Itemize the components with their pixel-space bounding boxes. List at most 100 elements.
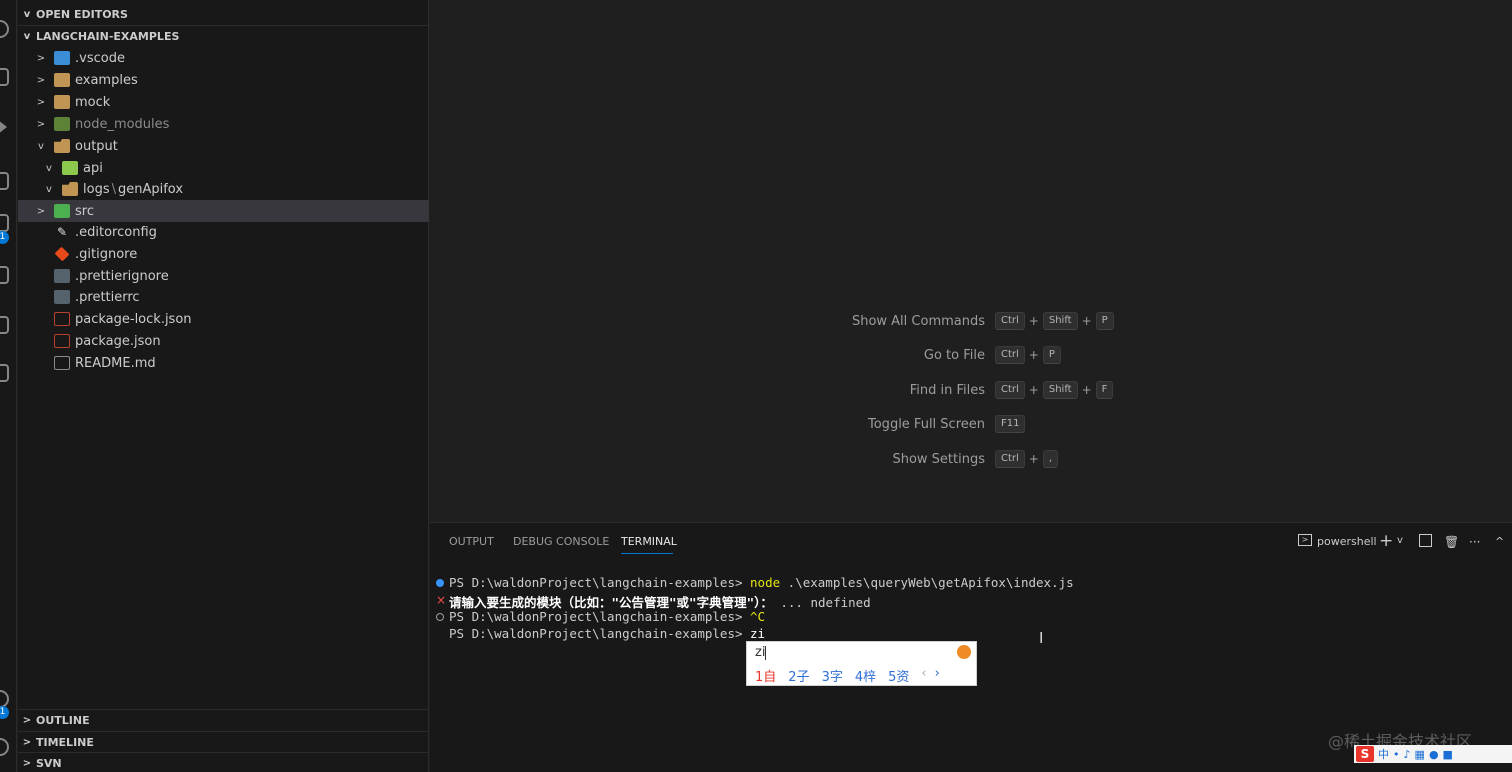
shortcut-find-in-files: Find in Files Ctrl + Shift + F (430, 379, 1512, 401)
user-icon[interactable]: ● (1429, 748, 1439, 761)
new-terminal-icon[interactable]: + (1379, 531, 1393, 551)
remote-explorer-icon[interactable] (0, 214, 9, 232)
prettier-icon (54, 290, 70, 304)
chevron-down-icon: v (38, 140, 44, 152)
ime-composition: zi (755, 645, 767, 660)
vscode-folder-icon (54, 51, 70, 65)
svn-section[interactable]: > SVN (18, 752, 429, 772)
chevron-up-icon[interactable]: ^ (1495, 535, 1504, 548)
open-editors-title: OPEN EDITORS (36, 7, 128, 21)
tree-item-node-modules[interactable]: > node_modules (18, 113, 429, 135)
tree-item-readme[interactable]: README.md (18, 352, 429, 374)
tree-item-label: .editorconfig (75, 224, 157, 240)
svn-icon[interactable] (0, 364, 9, 382)
tree-item-vscode[interactable]: > .vscode (18, 47, 429, 69)
tree-item-prettierrc[interactable]: .prettierrc (18, 286, 429, 308)
terminal-command: ^C (750, 609, 766, 624)
folder-open-icon (62, 182, 78, 196)
ime-candidates: 1自 2子 3字 4梓 5资 ‹ › (755, 666, 940, 685)
terminal-input-line[interactable]: PS D:\waldonProject\langchain-examples> … (449, 626, 765, 641)
timeline-section[interactable]: > TIMELINE (18, 731, 429, 753)
terminal-line: PS D:\waldonProject\langchain-examples> … (449, 575, 1074, 590)
more-actions-icon[interactable]: ··· (1469, 535, 1480, 549)
chevron-down-icon: v (46, 162, 52, 174)
gear-icon[interactable] (0, 738, 9, 756)
json-icon (54, 334, 70, 348)
chevron-right-icon: > (36, 52, 46, 64)
shortcut-show-settings: Show Settings Ctrl + , (430, 448, 1512, 470)
tree-item-src[interactable]: > src (18, 200, 429, 222)
ime-prev-page[interactable]: ‹ (921, 666, 926, 685)
keyboard-icon[interactable]: ▦ (1415, 748, 1425, 761)
tree-item-api[interactable]: v api (18, 157, 429, 179)
tree-item-label: output (75, 138, 118, 154)
chevron-down-icon: v (23, 31, 31, 42)
tree-item-package-lock[interactable]: package-lock.json (18, 308, 429, 330)
testing-icon[interactable] (0, 266, 9, 284)
shortcut-go-to-file: Go to File Ctrl + P (430, 344, 1512, 366)
shortcut-label: Show All Commands (851, 313, 985, 329)
timeline-title: TIMELINE (36, 736, 94, 749)
tree-item-examples[interactable]: > examples (18, 69, 429, 91)
editor-area: Show All Commands Ctrl + Shift + P Go to F… (430, 0, 1512, 522)
outline-section[interactable]: > OUTLINE (18, 709, 429, 731)
key-cap: F (1095, 381, 1114, 399)
search-icon[interactable] (0, 20, 9, 38)
tree-item-mock[interactable]: > mock (18, 91, 429, 113)
key-cap: P (1042, 346, 1061, 364)
ime-toolbar[interactable]: S 中 • ♪ ▦ ● ■ (1354, 745, 1512, 763)
ime-candidate[interactable]: 3字 (822, 666, 843, 685)
chevron-down-icon: v (23, 8, 31, 20)
ime-candidate[interactable]: 5资 (888, 666, 909, 685)
tab-debug-console[interactable]: DEBUG CONSOLE (513, 535, 609, 548)
chevron-down-icon[interactable]: v (1397, 535, 1403, 546)
ime-candidate[interactable]: 1自 (755, 666, 776, 685)
tree-item-label: .prettierrc (75, 289, 140, 305)
tree-item-gitignore[interactable]: .gitignore (18, 243, 429, 265)
folder-icon (54, 95, 70, 109)
ime-language-indicator[interactable]: 中 (1378, 746, 1389, 762)
extensions-icon[interactable] (0, 172, 9, 190)
key-cap: Shift (1042, 381, 1078, 399)
terminal-icon: > (1298, 534, 1312, 546)
ime-candidate[interactable]: 2子 (788, 666, 809, 685)
source-control-icon[interactable] (0, 68, 9, 86)
ime-next-page[interactable]: › (935, 666, 940, 685)
key-cap: Ctrl (995, 381, 1025, 399)
split-terminal-icon[interactable] (1419, 534, 1432, 547)
apifox-icon[interactable] (0, 316, 9, 334)
account-badge: 1 (0, 706, 9, 719)
tree-item-label: .vscode (75, 50, 125, 66)
tree-item-label: package.json (75, 333, 161, 349)
run-debug-icon[interactable] (0, 120, 7, 134)
punctuation-icon[interactable]: • (1393, 748, 1400, 761)
tree-item-label: package-lock.json (75, 311, 192, 327)
ime-candidate[interactable]: 4梓 (855, 666, 876, 685)
tree-item-editorconfig[interactable]: ✎ .editorconfig (18, 221, 429, 243)
chevron-right-icon: > (36, 118, 46, 130)
toolbox-icon[interactable]: ■ (1443, 748, 1453, 761)
workspace-section[interactable]: v LANGCHAIN-EXAMPLES (18, 25, 429, 47)
chevron-right-icon: > (22, 737, 32, 748)
terminal-shell-name[interactable]: powershell (1317, 535, 1377, 548)
tree-item-label: examples (75, 72, 138, 88)
key-cap: Shift (1042, 312, 1078, 330)
tree-item-logs-genapifox[interactable]: v logs \ genApifox (18, 178, 429, 200)
tree-item-label: .gitignore (75, 246, 138, 262)
markdown-icon (54, 356, 70, 370)
terminal-prompt: PS D:\waldonProject\langchain-examples> (449, 609, 751, 624)
text-caret (765, 645, 767, 660)
microphone-icon[interactable]: ♪ (1404, 748, 1411, 761)
tab-terminal[interactable]: TERMINAL (621, 535, 677, 548)
tree-item-package-json[interactable]: package.json (18, 330, 429, 352)
tree-item-output[interactable]: v output (18, 135, 429, 157)
tree-item-prettierignore[interactable]: .prettierignore (18, 265, 429, 287)
explorer-sidebar: v OPEN EDITORS v LANGCHAIN-EXAMPLES > .v… (18, 0, 429, 772)
shortcut-label: Show Settings (892, 451, 985, 467)
tab-output[interactable]: OUTPUT (449, 535, 494, 548)
open-editors-section[interactable]: v OPEN EDITORS (18, 3, 429, 25)
ime-input-text: zi (755, 645, 766, 660)
trash-icon[interactable]: 🗑 (1444, 535, 1459, 549)
ime-candidate-window[interactable]: zi 1自 2子 3字 4梓 5资 ‹ › (746, 641, 977, 686)
chevron-right-icon: > (36, 74, 46, 86)
